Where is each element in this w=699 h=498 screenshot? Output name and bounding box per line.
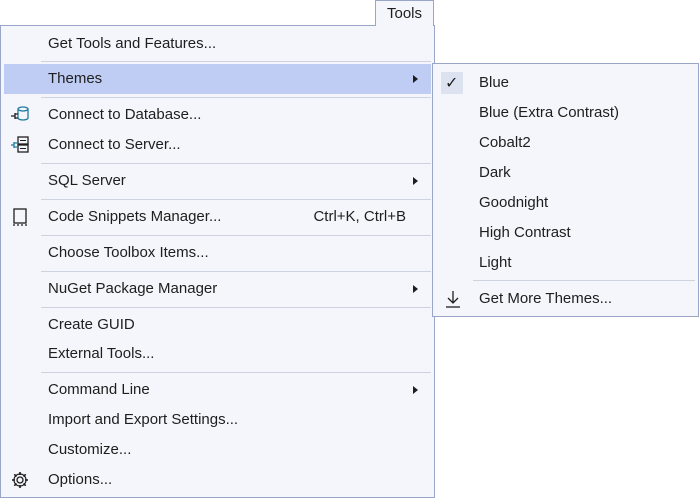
theme-item-cobalt2[interactable]: Cobalt2	[436, 128, 695, 158]
menu-item-label: Themes	[48, 70, 103, 87]
get-more-themes-item[interactable]: Get More Themes...	[436, 284, 695, 314]
theme-item-label: Cobalt2	[479, 134, 531, 151]
theme-item-label: Blue (Extra Contrast)	[479, 104, 620, 121]
menu-item-label: Import and Export Settings...	[48, 411, 239, 428]
theme-item-label: Goodnight	[479, 194, 549, 211]
theme-item-label: Get More Themes...	[479, 290, 613, 307]
menu-item-shortcut: Ctrl+K, Ctrl+B	[313, 208, 406, 225]
submenu-arrow-icon	[413, 386, 418, 394]
menu-item-label: Connect to Server...	[48, 136, 181, 153]
tools-dropdown-menu: Get Tools and Features... Themes Connect…	[0, 25, 435, 498]
menu-separator	[473, 280, 695, 281]
theme-item-goodnight[interactable]: Goodnight	[436, 188, 695, 218]
menu-item-choose-toolbox[interactable]: Choose Toolbox Items...	[4, 238, 431, 268]
theme-item-label: Light	[479, 254, 512, 271]
menu-item-get-tools[interactable]: Get Tools and Features...	[4, 29, 431, 59]
menu-item-label: Options...	[48, 471, 113, 488]
submenu-arrow-icon	[413, 177, 418, 185]
menu-item-connect-database[interactable]: Connect to Database...	[4, 100, 431, 130]
snippet-icon	[10, 207, 30, 227]
menu-item-label: Customize...	[48, 441, 132, 458]
submenu-arrow-icon	[413, 285, 418, 293]
menu-item-external-tools[interactable]: External Tools...	[4, 339, 431, 369]
menu-item-themes[interactable]: Themes	[4, 64, 431, 94]
theme-item-dark[interactable]: Dark	[436, 158, 695, 188]
tools-menu-tab[interactable]: Tools	[375, 0, 434, 26]
menu-item-sql-server[interactable]: SQL Server	[4, 166, 431, 196]
menu-item-label: NuGet Package Manager	[48, 280, 218, 297]
menu-item-options[interactable]: Options...	[4, 465, 431, 495]
menu-item-label: External Tools...	[48, 345, 155, 362]
theme-item-blue[interactable]: ✓ Blue	[436, 68, 695, 98]
menu-item-label: Create GUID	[48, 316, 135, 333]
menu-separator	[41, 235, 431, 236]
menu-item-customize[interactable]: Customize...	[4, 435, 431, 465]
theme-item-light[interactable]: Light	[436, 248, 695, 278]
theme-item-high-contrast[interactable]: High Contrast	[436, 218, 695, 248]
menu-item-label: Command Line	[48, 381, 150, 398]
menu-item-label: Choose Toolbox Items...	[48, 244, 209, 261]
submenu-arrow-icon	[413, 75, 418, 83]
menu-separator	[41, 271, 431, 272]
menu-separator	[41, 307, 431, 308]
themes-submenu: ✓ Blue Blue (Extra Contrast) Cobalt2 Dar…	[432, 63, 699, 317]
download-icon	[443, 289, 463, 309]
gear-icon	[10, 470, 30, 490]
menu-separator	[41, 97, 431, 98]
menu-item-create-guid[interactable]: Create GUID	[4, 310, 431, 340]
menu-item-nuget[interactable]: NuGet Package Manager	[4, 274, 431, 304]
server-plug-icon	[10, 135, 30, 155]
menu-separator	[41, 372, 431, 373]
menu-item-label: Code Snippets Manager...	[48, 208, 222, 225]
theme-item-blue-extra-contrast[interactable]: Blue (Extra Contrast)	[436, 98, 695, 128]
theme-item-label: Dark	[479, 164, 511, 181]
screen: Tools Get Tools and Features... Themes C…	[0, 0, 699, 498]
menu-item-label: Connect to Database...	[48, 106, 202, 123]
menu-item-label: SQL Server	[48, 172, 126, 189]
menu-separator	[41, 199, 431, 200]
theme-item-label: Blue	[479, 74, 510, 91]
menu-separator	[41, 61, 431, 62]
menu-item-code-snippets[interactable]: Code Snippets Manager... Ctrl+K, Ctrl+B	[4, 202, 431, 232]
checkmark-icon: ✓	[441, 72, 463, 94]
menu-item-connect-server[interactable]: Connect to Server...	[4, 130, 431, 160]
database-plug-icon	[10, 105, 30, 125]
menu-item-command-line[interactable]: Command Line	[4, 375, 431, 405]
menu-separator	[41, 163, 431, 164]
tools-menu-label: Tools	[386, 5, 423, 22]
menu-item-import-export[interactable]: Import and Export Settings...	[4, 405, 431, 435]
menu-item-label: Get Tools and Features...	[48, 35, 217, 52]
theme-item-label: High Contrast	[479, 224, 571, 241]
